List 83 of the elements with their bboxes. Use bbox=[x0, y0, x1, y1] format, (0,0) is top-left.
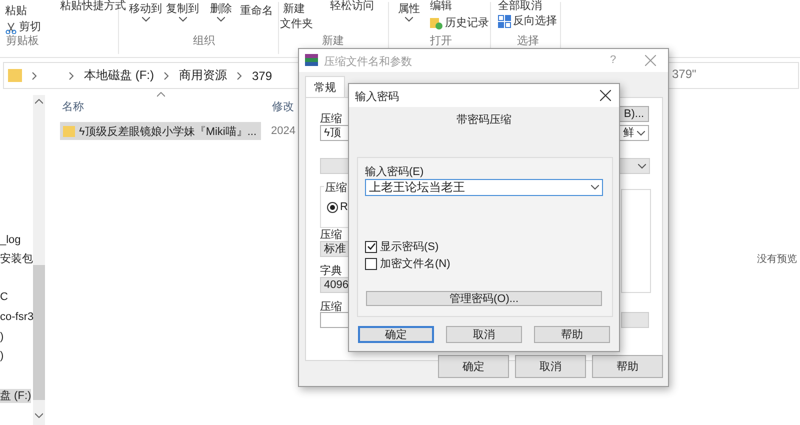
manage-passwords-button[interactable]: 管理密码(O)... bbox=[366, 291, 602, 306]
ribbon-command[interactable]: 移动到 bbox=[129, 3, 162, 22]
dialog-button[interactable]: 取消 bbox=[515, 355, 586, 378]
ribbon-command[interactable]: 文件夹 bbox=[280, 18, 313, 31]
ribbon-group-label: 选择 bbox=[517, 35, 539, 48]
dropdown-caret-icon bbox=[142, 17, 150, 22]
dialog-button[interactable]: 确定 bbox=[438, 355, 509, 378]
history-icon bbox=[430, 17, 443, 30]
file-date: 2024 bbox=[271, 125, 296, 137]
group-label: 压缩 bbox=[324, 180, 348, 195]
field-label: 压缩 bbox=[320, 112, 342, 126]
dialog-heading: 带密码压缩 bbox=[456, 112, 512, 127]
ribbon-command[interactable]: 新建 bbox=[283, 3, 305, 16]
window-title: 压缩文件名和参数 bbox=[324, 54, 412, 69]
field-label: 压缩 bbox=[320, 300, 342, 314]
file-name: ϟ顶级反差眼镜娘小学妹『Miki喵』... bbox=[79, 124, 257, 138]
checkmark-icon bbox=[366, 242, 376, 251]
dropdown-caret-icon bbox=[591, 185, 599, 190]
ribbon-command[interactable]: 粘贴快捷方式 bbox=[60, 0, 126, 13]
dialog-button[interactable]: 取消 bbox=[446, 326, 522, 343]
dropdown-caret-icon bbox=[638, 164, 646, 168]
nav-item[interactable]: ) bbox=[0, 330, 31, 344]
column-header[interactable]: 名称 bbox=[62, 99, 84, 114]
breadcrumb-item[interactable]: 379 bbox=[252, 68, 272, 82]
scroll-down-icon[interactable] bbox=[35, 413, 43, 418]
folder-icon bbox=[63, 124, 75, 138]
scissors-icon bbox=[5, 22, 17, 34]
dropdown-caret-icon bbox=[405, 17, 413, 22]
ribbon-group-label: 打开 bbox=[430, 35, 452, 48]
parameter-field[interactable] bbox=[621, 312, 649, 328]
ribbon-group-label: 组织 bbox=[193, 35, 215, 48]
ribbon-command[interactable]: 历史记录 bbox=[430, 17, 489, 30]
dialog-button[interactable]: 帮助 bbox=[534, 326, 610, 343]
chevron-icon[interactable] bbox=[69, 72, 74, 80]
books-icon bbox=[304, 53, 319, 68]
ribbon-command[interactable]: 粘贴 bbox=[5, 5, 27, 18]
ribbon-group-label: 剪贴板 bbox=[6, 35, 39, 48]
ribbon-command[interactable]: 复制到 bbox=[166, 3, 199, 22]
dropdown-caret-icon bbox=[178, 17, 186, 22]
ribbon-command[interactable]: 属性 bbox=[398, 3, 420, 22]
ribbon-command[interactable]: 编辑 bbox=[430, 0, 452, 13]
checkbox[interactable]: 加密文件名(N) bbox=[365, 256, 450, 271]
tab[interactable]: 常规 bbox=[305, 76, 345, 98]
password-field[interactable]: 上老王论坛当老王 bbox=[365, 179, 603, 196]
chevron-icon[interactable] bbox=[164, 72, 169, 80]
field-label: 输入密码(E) bbox=[365, 164, 424, 179]
nav-item[interactable]: co-fsr3 bbox=[0, 310, 34, 324]
format-radio[interactable]: R bbox=[327, 201, 348, 213]
breadcrumb-item[interactable]: 本地磁盘 (F:) bbox=[84, 67, 154, 84]
field-label: 压缩 bbox=[320, 228, 342, 242]
column-header[interactable]: 修改 bbox=[272, 99, 294, 114]
nav-item[interactable]: 盘 (F:) bbox=[0, 389, 32, 403]
nav-item[interactable]: 安装包 bbox=[0, 252, 33, 266]
dropdown-caret-icon bbox=[217, 17, 225, 22]
ribbon-command[interactable]: 删除 bbox=[210, 3, 232, 22]
file-row[interactable]: ϟ顶级反差眼镜娘小学妹『Miki喵』... bbox=[60, 122, 261, 140]
chevron-icon[interactable] bbox=[32, 72, 37, 80]
chevron-icon[interactable] bbox=[237, 72, 242, 80]
ribbon-command[interactable]: 剪切 bbox=[5, 21, 41, 34]
dropdown-caret-icon bbox=[637, 130, 645, 136]
field-label: 字典 bbox=[320, 264, 342, 278]
ribbon-group-label: 新建 bbox=[322, 35, 344, 48]
browse-button[interactable]: B)... bbox=[619, 106, 649, 122]
nav-item[interactable]: C bbox=[0, 290, 31, 304]
profile-dropdown[interactable]: 鲜 bbox=[619, 125, 649, 141]
scroll-up-icon[interactable] bbox=[35, 99, 43, 104]
ribbon-command[interactable]: 重命名 bbox=[240, 5, 273, 18]
dialog-button[interactable]: 确定 bbox=[358, 326, 434, 343]
preview-message: 没有预览 bbox=[757, 253, 797, 266]
nav-item[interactable]: ) bbox=[0, 349, 31, 363]
folder-icon bbox=[8, 68, 22, 83]
window-title: 输入密码 bbox=[355, 90, 399, 104]
sort-caret-icon bbox=[157, 92, 165, 97]
ribbon-command[interactable]: 轻松访问 bbox=[330, 0, 374, 13]
search-field[interactable]: 379" bbox=[672, 67, 696, 81]
dialog-button[interactable]: 帮助 bbox=[592, 355, 663, 378]
nav-item[interactable]: _log bbox=[0, 233, 31, 247]
select-grid-icon bbox=[498, 15, 511, 28]
ribbon-command[interactable]: 反向选择 bbox=[498, 15, 557, 28]
ribbon-command[interactable]: 全部取消 bbox=[498, 0, 542, 13]
breadcrumb-item[interactable]: 商用资源 bbox=[179, 67, 227, 84]
close-icon[interactable] bbox=[600, 90, 611, 101]
scrollbar-thumb[interactable] bbox=[33, 265, 45, 400]
